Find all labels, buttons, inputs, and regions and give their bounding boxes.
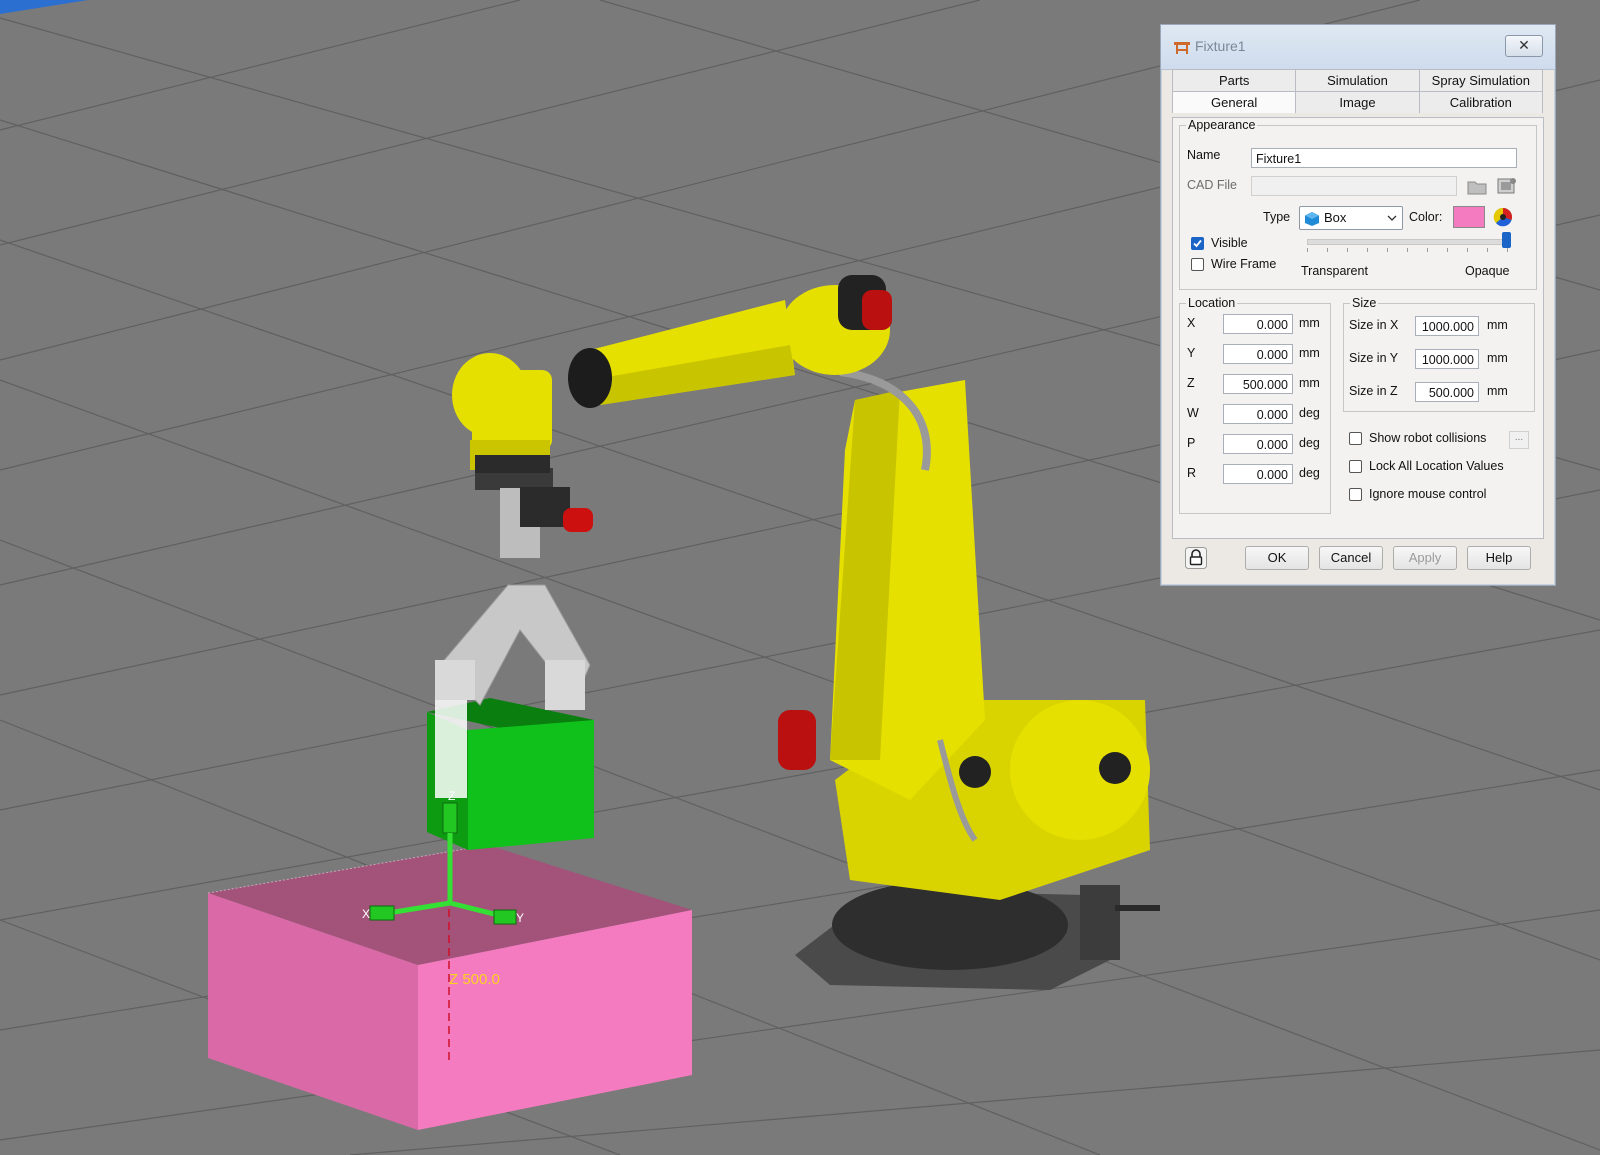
tab-spray-simulation[interactable]: Spray Simulation (1418, 69, 1543, 91)
apply-button[interactable]: Apply (1393, 546, 1457, 570)
size-x-unit: mm (1487, 318, 1508, 332)
opacity-slider-tick (1307, 248, 1308, 252)
opacity-slider-tick (1507, 248, 1508, 252)
location-y-unit: mm (1299, 346, 1320, 360)
size-legend: Size (1352, 296, 1377, 310)
type-label: Type (1263, 210, 1291, 224)
size-z-field[interactable]: 500.000 (1415, 382, 1479, 402)
type-select[interactable]: Box (1299, 206, 1403, 230)
tab-simulation[interactable]: Simulation (1295, 69, 1420, 91)
opacity-slider-tick (1467, 248, 1468, 252)
cad-file-label: CAD File (1187, 178, 1238, 192)
box-icon (1305, 212, 1319, 226)
location-x-field[interactable]: 0.000 (1223, 314, 1293, 334)
dialog-titlebar[interactable]: Fixture1 ✕ (1161, 25, 1555, 70)
general-tab-panel: Appearance Name Fixture1 CAD File Type B… (1172, 117, 1544, 539)
size-x-label: Size in X (1349, 318, 1399, 332)
opacity-slider-tick (1407, 248, 1408, 252)
chevron-down-icon (1387, 215, 1397, 221)
collisions-more-button[interactable]: ... (1509, 431, 1529, 449)
show-collisions-label: Show robot collisions (1369, 431, 1487, 445)
axis-label-x: X (362, 907, 370, 921)
opacity-slider-thumb[interactable] (1502, 232, 1511, 248)
dialog-title: Fixture1 (1195, 38, 1246, 54)
location-w-field[interactable]: 0.000 (1223, 404, 1293, 424)
transparent-label: Transparent (1301, 264, 1368, 278)
ok-button[interactable]: OK (1245, 546, 1309, 570)
location-r-field[interactable]: 0.000 (1223, 464, 1293, 484)
tab-row-bottom: General Image Calibration (1172, 91, 1543, 113)
appearance-legend: Appearance (1188, 118, 1256, 132)
cad-file-field (1251, 176, 1457, 196)
tab-parts[interactable]: Parts (1172, 69, 1297, 91)
lock-icon[interactable] (1185, 547, 1207, 569)
opacity-slider-tick (1427, 248, 1428, 252)
opacity-slider-tick (1487, 248, 1488, 252)
ignore-mouse-label: Ignore mouse control (1369, 487, 1487, 501)
name-label: Name (1187, 148, 1221, 162)
checkmark-icon (1193, 239, 1202, 248)
help-button[interactable]: Help (1467, 546, 1531, 570)
visible-label: Visible (1211, 236, 1248, 250)
opacity-slider-track[interactable] (1307, 239, 1509, 245)
ignore-mouse-checkbox[interactable] (1349, 488, 1362, 501)
opacity-slider-tick (1347, 248, 1348, 252)
cancel-button[interactable]: Cancel (1319, 546, 1383, 570)
location-w-label: W (1187, 406, 1199, 420)
color-swatch[interactable] (1453, 206, 1485, 228)
close-icon[interactable]: ✕ (1505, 35, 1543, 57)
location-x-label: X (1187, 316, 1196, 330)
tab-calibration[interactable]: Calibration (1418, 91, 1543, 113)
location-r-label: R (1187, 466, 1197, 480)
fixture-properties-dialog: Fixture1 ✕ Parts Simulation Spray Simula… (1160, 24, 1556, 586)
lock-location-label: Lock All Location Values (1369, 459, 1504, 473)
location-z-unit: mm (1299, 376, 1320, 390)
folder-icon[interactable] (1465, 176, 1489, 198)
location-z-field[interactable]: 500.000 (1223, 374, 1293, 394)
size-z-label: Size in Z (1349, 384, 1398, 398)
opacity-slider-tick (1447, 248, 1448, 252)
opaque-label: Opaque (1465, 264, 1510, 278)
lock-location-checkbox[interactable] (1349, 460, 1362, 473)
wireframe-checkbox[interactable] (1191, 258, 1204, 271)
axis-label-y: Y (516, 911, 524, 925)
size-y-field[interactable]: 1000.000 (1415, 349, 1479, 369)
size-z-unit: mm (1487, 384, 1508, 398)
axis-label-z: Z (448, 789, 455, 803)
location-r-unit: deg (1299, 466, 1320, 480)
type-select-value: Box (1324, 210, 1347, 225)
tab-strip: Parts Simulation Spray Simulation Genera… (1172, 69, 1543, 113)
location-z-label: Z (1187, 376, 1195, 390)
size-y-unit: mm (1487, 351, 1508, 365)
z-offset-annotation: Z 500.0 (449, 971, 500, 988)
location-p-unit: deg (1299, 436, 1320, 450)
show-collisions-checkbox[interactable] (1349, 432, 1362, 445)
wireframe-label: Wire Frame (1211, 257, 1277, 271)
location-x-unit: mm (1299, 316, 1320, 330)
location-w-unit: deg (1299, 406, 1320, 420)
tab-row-top: Parts Simulation Spray Simulation (1172, 69, 1543, 91)
fixture-app-icon (1174, 42, 1190, 54)
size-x-field[interactable]: 1000.000 (1415, 316, 1479, 336)
color-wheel-icon[interactable] (1491, 206, 1515, 228)
location-y-field[interactable]: 0.000 (1223, 344, 1293, 364)
color-label: Color: (1409, 210, 1443, 224)
cad-browse-icon[interactable] (1495, 175, 1519, 197)
location-legend: Location (1188, 296, 1236, 310)
opacity-slider-tick (1387, 248, 1388, 252)
tab-general[interactable]: General (1172, 91, 1297, 113)
size-y-label: Size in Y (1349, 351, 1399, 365)
name-field[interactable]: Fixture1 (1251, 148, 1517, 168)
location-y-label: Y (1187, 346, 1196, 360)
location-p-label: P (1187, 436, 1196, 450)
tab-image[interactable]: Image (1295, 91, 1420, 113)
opacity-slider-tick (1327, 248, 1328, 252)
location-p-field[interactable]: 0.000 (1223, 434, 1293, 454)
opacity-slider-tick (1367, 248, 1368, 252)
